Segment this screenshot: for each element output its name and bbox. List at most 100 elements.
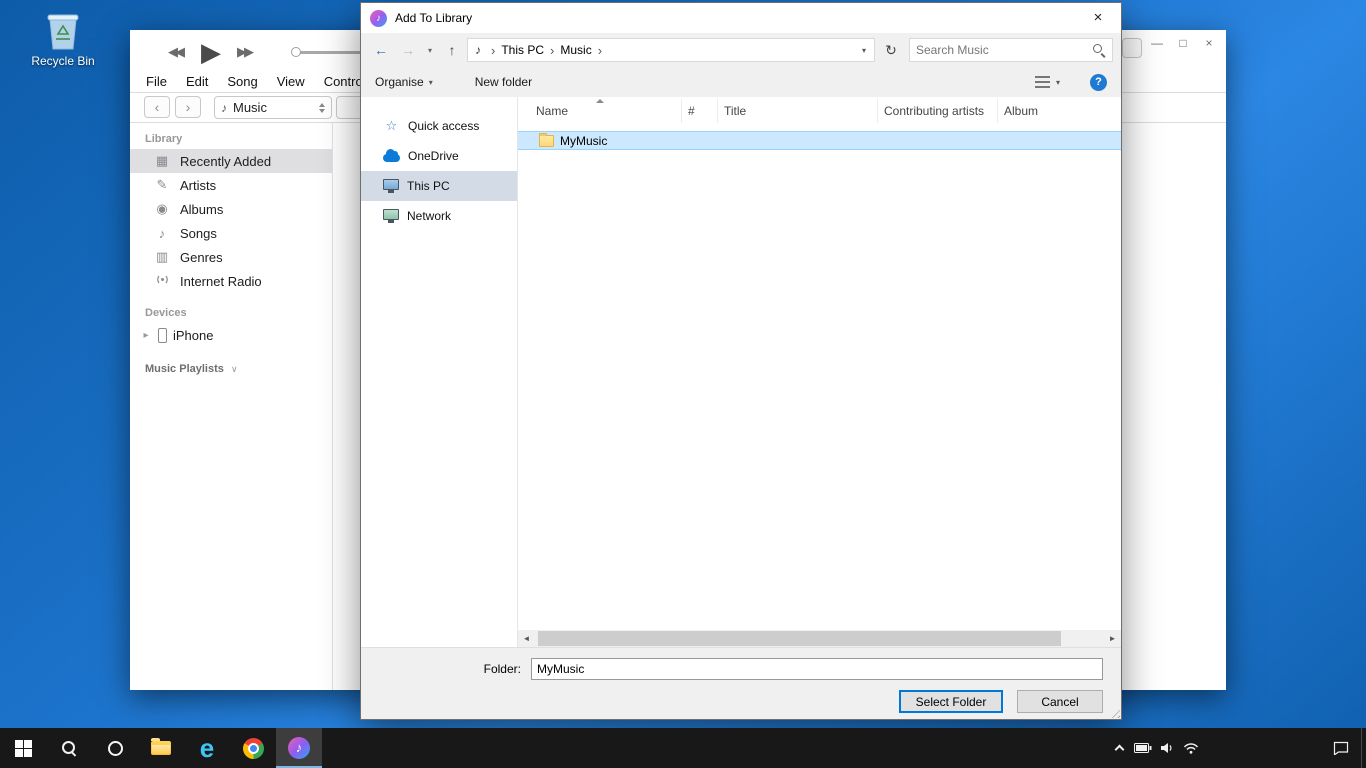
scroll-right-icon[interactable]: ► [1104, 630, 1121, 647]
close-button[interactable]: × [1196, 32, 1222, 54]
sidebar-item-network[interactable]: Network [361, 201, 517, 231]
menu-edit[interactable]: Edit [186, 74, 208, 89]
chrome-button[interactable] [230, 728, 276, 768]
quick-access-icon: ☆ [383, 118, 400, 134]
library-header: Library [145, 133, 332, 145]
up-button[interactable]: ↑ [440, 42, 464, 58]
sidebar-item-iphone[interactable]: ▸ iPhone [130, 323, 332, 347]
dialog-titlebar[interactable]: ♪ Add To Library × [361, 3, 1121, 33]
rewind-button[interactable]: ◀◀ [168, 44, 185, 60]
scrollbar-track[interactable] [535, 630, 1104, 647]
play-button[interactable]: ▶ [201, 39, 221, 65]
history-back-button[interactable]: ‹ [144, 96, 170, 118]
column-header-contributing-artists[interactable]: Contributing artists [878, 99, 998, 123]
new-folder-button[interactable]: New folder [475, 75, 532, 89]
itunes-media-controls: ◀◀ ▶ ▶▶ [168, 36, 254, 68]
playlists-header[interactable]: Music Playlists ∨ [145, 363, 332, 375]
search-icon [1093, 44, 1106, 57]
volume-tray-button[interactable] [1155, 728, 1179, 768]
this-pc-icon [383, 179, 399, 190]
dialog-close-button[interactable]: × [1075, 3, 1121, 33]
taskbar-search-button[interactable] [46, 728, 92, 768]
horizontal-scrollbar[interactable]: ◄ ► [518, 630, 1121, 647]
cancel-button[interactable]: Cancel [1017, 690, 1103, 713]
start-button[interactable] [0, 728, 46, 768]
picker-spinner[interactable] [319, 103, 325, 113]
search-icon [61, 740, 77, 756]
desktop: Recycle Bin ◀◀ ▶ ▶▶ — □ × File Edit Song… [0, 0, 1366, 768]
folder-name-input[interactable] [531, 658, 1103, 680]
sidebar-item-this-pc[interactable]: This PC [361, 171, 517, 201]
sort-ascending-icon [596, 99, 604, 103]
action-center-button[interactable] [1321, 728, 1361, 768]
sidebar-item-onedrive[interactable]: OneDrive [361, 141, 517, 171]
help-button[interactable]: ? [1090, 74, 1107, 91]
column-header-title[interactable]: Title [718, 99, 878, 123]
address-bar[interactable]: ♪ › This PC › Music › ▾ [467, 38, 875, 62]
cortana-button[interactable] [92, 728, 138, 768]
minimize-button[interactable]: — [1144, 32, 1170, 54]
network-tray-button[interactable] [1179, 728, 1203, 768]
place-label: OneDrive [408, 149, 459, 163]
fast-forward-button[interactable]: ▶▶ [237, 44, 254, 60]
column-header-album[interactable]: Album [998, 99, 1121, 123]
maximize-button[interactable]: □ [1170, 32, 1196, 54]
itunes-taskbar-button[interactable]: ♪ [276, 728, 322, 768]
file-row-mymusic[interactable]: MyMusic [518, 131, 1121, 150]
sidebar-item-internet-radio[interactable]: Internet Radio [130, 269, 332, 293]
sidebar-item-genres[interactable]: ▥ Genres [130, 245, 332, 269]
chevron-down-icon: ▾ [429, 78, 433, 87]
organise-label: Organise [375, 75, 424, 89]
organise-button[interactable]: Organise ▾ [375, 75, 433, 89]
sidebar-item-quick-access[interactable]: ☆ Quick access [361, 111, 517, 141]
scrollbar-thumb[interactable] [538, 631, 1061, 646]
expander-icon[interactable]: ▸ [140, 330, 152, 341]
menu-view[interactable]: View [277, 74, 305, 89]
dialog-navigation-bar: ← → ▾ ↑ ♪ › This PC › Music › ▾ ↻ [361, 33, 1121, 67]
internet-explorer-icon: e [200, 735, 214, 761]
library-picker-label: Music [233, 100, 267, 115]
menu-song[interactable]: Song [227, 74, 257, 89]
speaker-icon [1160, 742, 1174, 754]
dialog-title: Add To Library [395, 11, 472, 25]
library-picker[interactable]: ♪ Music [214, 96, 332, 119]
change-view-icon[interactable] [1035, 76, 1050, 88]
place-label: Quick access [408, 119, 479, 133]
itunes-app-icon: ♪ [370, 10, 387, 27]
breadcrumb-music[interactable]: Music [559, 43, 592, 57]
search-input[interactable] [916, 43, 1089, 57]
history-forward-button[interactable]: › [175, 96, 201, 118]
sidebar-item-artists[interactable]: ✎ Artists [130, 173, 332, 197]
action-center-icon [1333, 741, 1349, 755]
recent-locations-button[interactable]: ▾ [423, 46, 437, 55]
battery-tray-button[interactable] [1131, 728, 1155, 768]
recycle-bin-label: Recycle Bin [26, 54, 100, 68]
internet-explorer-button[interactable]: e [184, 728, 230, 768]
volume-knob[interactable] [291, 47, 301, 57]
tray-spacer [1203, 728, 1321, 768]
scroll-left-icon[interactable]: ◄ [518, 630, 535, 647]
folder-icon [539, 135, 554, 147]
select-folder-button[interactable]: Select Folder [899, 690, 1003, 713]
menu-file[interactable]: File [146, 74, 167, 89]
places-sidebar: ☆ Quick access OneDrive This PC Network [361, 97, 517, 647]
sidebar-item-albums[interactable]: ◉ Albums [130, 197, 332, 221]
refresh-button[interactable]: ↻ [878, 42, 904, 59]
show-desktop-button[interactable] [1361, 728, 1366, 768]
address-dropdown-icon[interactable]: ▾ [856, 46, 872, 55]
recycle-bin[interactable]: Recycle Bin [26, 8, 100, 68]
breadcrumb-this-pc[interactable]: This PC [500, 43, 545, 57]
back-button[interactable]: ← [369, 42, 393, 58]
show-hidden-icons-button[interactable] [1107, 728, 1131, 768]
itunes-window-controls: — □ × [1144, 32, 1222, 54]
column-header-number[interactable]: # [682, 99, 718, 123]
playlists-header-label: Music Playlists [145, 363, 224, 375]
sidebar-item-songs[interactable]: ♪ Songs [130, 221, 332, 245]
itunes-search-box[interactable] [1122, 38, 1142, 58]
sidebar-item-recently-added[interactable]: ▦ Recently Added [130, 149, 332, 173]
search-box[interactable] [909, 38, 1113, 62]
forward-button[interactable]: → [396, 42, 420, 58]
resize-grip[interactable] [1108, 706, 1120, 718]
chevron-down-icon[interactable]: ▾ [1056, 78, 1060, 87]
file-explorer-button[interactable] [138, 728, 184, 768]
